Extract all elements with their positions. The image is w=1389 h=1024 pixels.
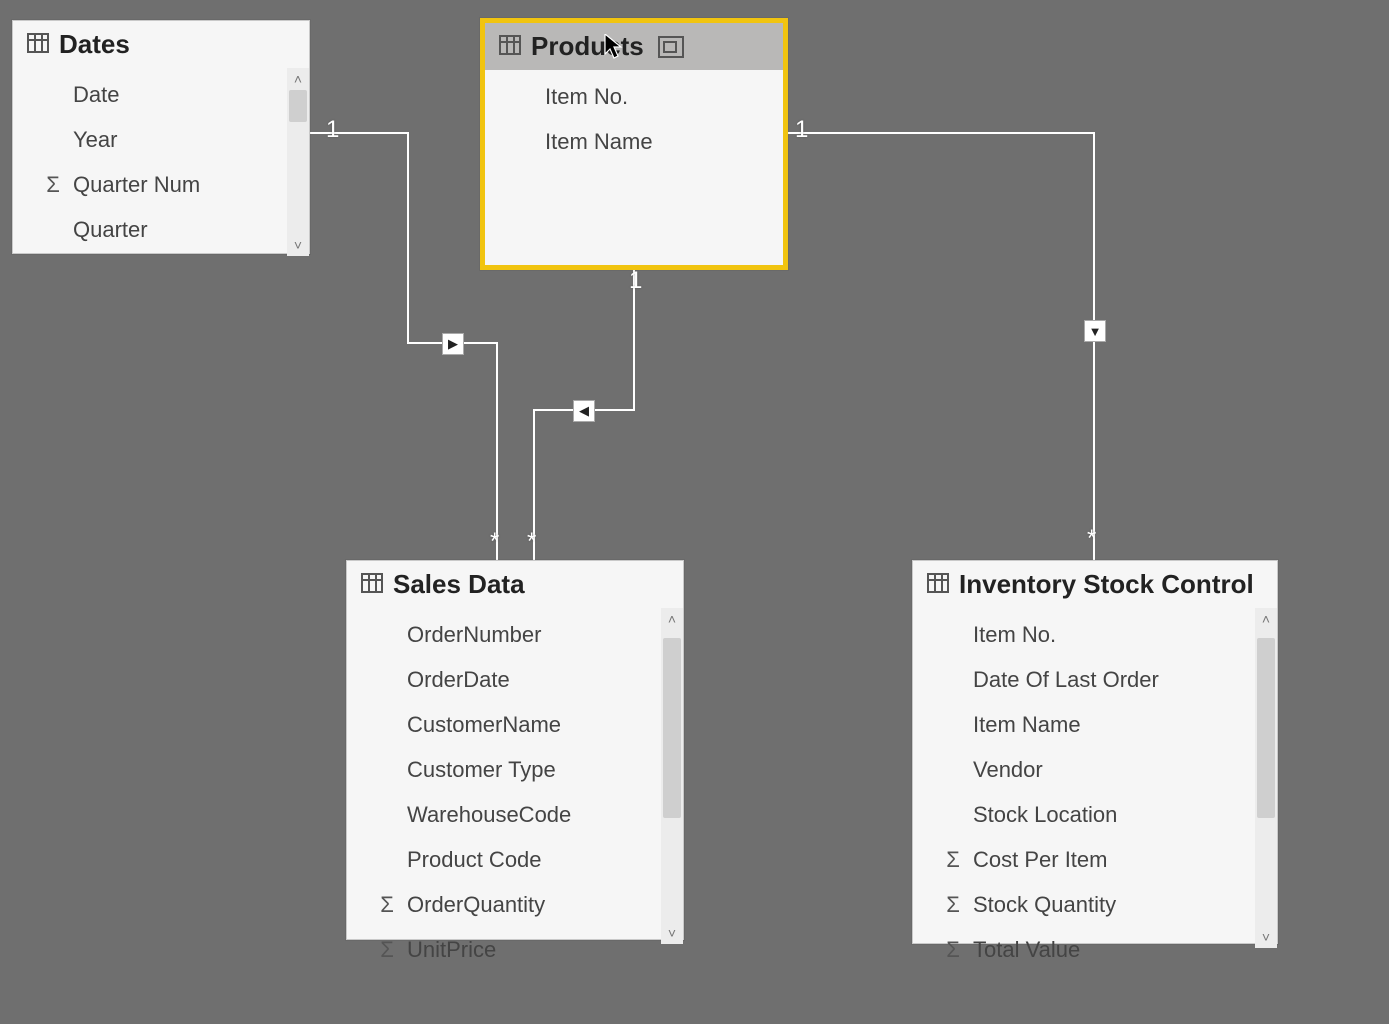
sigma-icon: Σ	[367, 933, 407, 966]
scroll-thumb[interactable]	[663, 638, 681, 818]
field-row[interactable]: Quarter	[13, 207, 309, 252]
field-label: Vendor	[973, 753, 1265, 786]
field-row[interactable]: Year	[13, 117, 309, 162]
field-label: UnitPrice	[407, 933, 671, 966]
field-label: Item No.	[973, 618, 1265, 651]
field-label: Date	[73, 78, 297, 111]
field-row[interactable]: Item Name	[913, 702, 1277, 747]
field-label: Quarter	[73, 213, 297, 246]
field-label: Date Of Last Order	[973, 663, 1265, 696]
maximize-icon[interactable]	[658, 36, 684, 58]
cardinality-sales-many-left: *	[490, 528, 499, 556]
cardinality-products-one-bottom: 1	[629, 267, 642, 295]
field-label: Quarter Num	[73, 168, 297, 201]
sigma-icon: Σ	[933, 888, 973, 921]
field-label: Item Name	[973, 708, 1265, 741]
field-label: Product Code	[407, 843, 671, 876]
field-label: Item No.	[545, 80, 771, 113]
scroll-thumb[interactable]	[289, 90, 307, 122]
table-header[interactable]: Dates	[13, 21, 309, 68]
table-header[interactable]: Inventory Stock Control	[913, 561, 1277, 608]
scroll-down-arrow[interactable]: ˅	[287, 234, 309, 256]
field-row[interactable]: Customer Type	[347, 747, 683, 792]
scroll-down-arrow[interactable]: ˅	[661, 922, 683, 944]
scroll-up-arrow[interactable]: ˄	[1255, 608, 1277, 630]
table-title: Dates	[59, 29, 130, 60]
field-row[interactable]: Item No.	[913, 612, 1277, 657]
scrollbar[interactable]: ˄ ˅	[1255, 608, 1277, 948]
sigma-icon: Σ	[933, 933, 973, 966]
field-row[interactable]: Σ OrderQuantity	[347, 882, 683, 927]
table-icon	[27, 29, 49, 60]
field-label: WarehouseCode	[407, 798, 671, 831]
field-label: Year	[73, 123, 297, 156]
scrollbar[interactable]: ˄ ˅	[661, 608, 683, 944]
filter-direction-arrow[interactable]: ▼	[1084, 320, 1106, 342]
table-header[interactable]: Sales Data	[347, 561, 683, 608]
sigma-icon: Σ	[933, 843, 973, 876]
cardinality-products-one-right: 1	[795, 116, 808, 144]
field-label: OrderNumber	[407, 618, 671, 651]
field-row[interactable]: Σ Total Value	[913, 927, 1277, 972]
field-label: Total Value	[973, 933, 1265, 966]
field-label: Stock Location	[973, 798, 1265, 831]
field-label: CustomerName	[407, 708, 671, 741]
field-label: Customer Type	[407, 753, 671, 786]
field-row[interactable]: Σ Stock Quantity	[913, 882, 1277, 927]
field-row[interactable]: Σ UnitPrice	[347, 927, 683, 972]
field-row[interactable]: Σ Cost Per Item	[913, 837, 1277, 882]
table-title: Inventory Stock Control	[959, 569, 1254, 600]
field-label: Item Name	[545, 125, 771, 158]
table-icon	[361, 569, 383, 600]
table-icon	[499, 31, 521, 62]
table-inventory-stock-control[interactable]: Inventory Stock Control Item No. Date Of…	[912, 560, 1278, 944]
filter-direction-arrow[interactable]: ◀	[573, 400, 595, 422]
field-row[interactable]: Product Code	[347, 837, 683, 882]
table-title: Sales Data	[393, 569, 525, 600]
field-label: OrderQuantity	[407, 888, 671, 921]
table-title: Products	[531, 31, 644, 62]
table-dates[interactable]: Dates Date Year Σ Quarter Num Quarter ˄	[12, 20, 310, 254]
field-label: OrderDate	[407, 663, 671, 696]
field-row[interactable]: Vendor	[913, 747, 1277, 792]
field-row[interactable]: Item Name	[485, 119, 783, 164]
table-header[interactable]: Products	[485, 23, 783, 70]
table-products[interactable]: Products Item No. Item Name	[480, 18, 788, 270]
scroll-down-arrow[interactable]: ˅	[1255, 926, 1277, 948]
field-row[interactable]: Stock Location	[913, 792, 1277, 837]
table-sales-data[interactable]: Sales Data OrderNumber OrderDate Custome…	[346, 560, 684, 940]
cardinality-sales-many-right: *	[527, 528, 536, 556]
scrollbar[interactable]: ˄ ˅	[287, 68, 309, 256]
table-icon	[927, 569, 949, 600]
cardinality-inventory-many: *	[1087, 525, 1096, 553]
filter-direction-arrow[interactable]: ▶	[442, 333, 464, 355]
field-row[interactable]: OrderNumber	[347, 612, 683, 657]
field-row[interactable]: Date Of Last Order	[913, 657, 1277, 702]
scroll-up-arrow[interactable]: ˄	[661, 608, 683, 630]
sigma-icon: Σ	[367, 888, 407, 921]
field-label: Stock Quantity	[973, 888, 1265, 921]
field-row[interactable]: Σ Quarter Num	[13, 162, 309, 207]
field-row[interactable]: WarehouseCode	[347, 792, 683, 837]
sigma-icon: Σ	[33, 168, 73, 201]
cardinality-dates-one: 1	[326, 116, 339, 144]
field-row[interactable]: Item No.	[485, 74, 783, 119]
scroll-up-arrow[interactable]: ˄	[287, 68, 309, 90]
field-row[interactable]: CustomerName	[347, 702, 683, 747]
field-label: Cost Per Item	[973, 843, 1265, 876]
scroll-thumb[interactable]	[1257, 638, 1275, 818]
field-row[interactable]: Date	[13, 72, 309, 117]
field-row[interactable]: OrderDate	[347, 657, 683, 702]
